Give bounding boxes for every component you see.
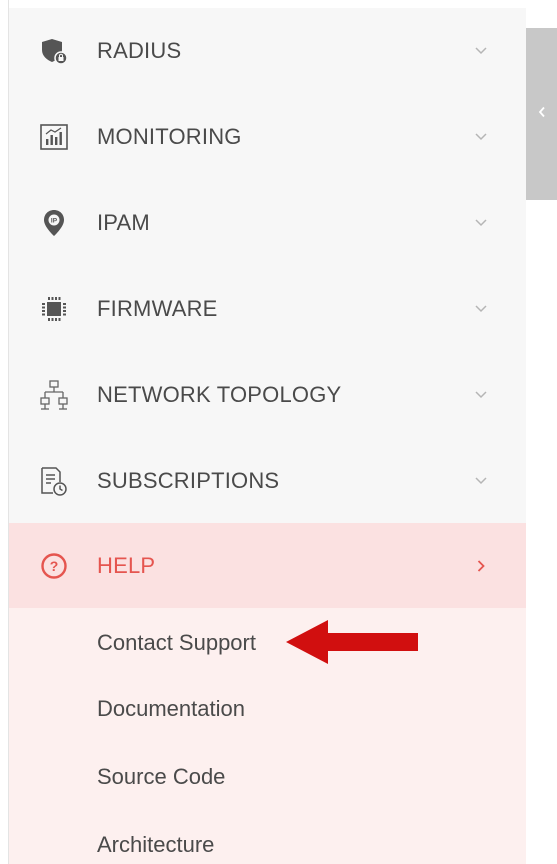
sidebar-item-label: NETWORK TOPOLOGY [97, 382, 342, 407]
chevron-left-icon [538, 105, 546, 123]
submenu-item-architecture[interactable]: Architecture [97, 832, 214, 858]
sidebar-item-label: FIRMWARE [97, 296, 218, 321]
sidebar-item-monitoring[interactable]: MONITORING [9, 94, 526, 180]
svg-text:IP: IP [51, 218, 58, 225]
chevron-down-icon [474, 44, 488, 58]
topology-icon [37, 378, 71, 412]
shield-lock-icon [37, 34, 71, 68]
app-frame: RADIUS MONITORING IP IPAM FIRMWARE NETWO… [0, 0, 557, 864]
sidebar-item-network-topology[interactable]: NETWORK TOPOLOGY [9, 352, 526, 438]
sidebar-item-label: RADIUS [97, 38, 182, 63]
help-submenu: Contact Support Documentation Source Cod… [9, 608, 526, 864]
ip-pin-icon: IP [37, 206, 71, 240]
submenu-item-contact-support[interactable]: Contact Support [97, 630, 256, 656]
sidebar-item-label: IPAM [97, 210, 150, 235]
sidebar-item-subscriptions[interactable]: SUBSCRIPTIONS [9, 438, 526, 524]
annotation-arrow-icon [286, 620, 418, 664]
sidebar-item-help[interactable]: ? HELP [9, 523, 526, 609]
sidebar-collapse-button[interactable] [526, 28, 557, 200]
sidebar-nav: RADIUS MONITORING IP IPAM FIRMWARE NETWO… [9, 8, 526, 864]
sidebar-item-firmware[interactable]: FIRMWARE [9, 266, 526, 352]
chip-icon [37, 292, 71, 326]
chevron-down-icon [474, 130, 488, 144]
svg-text:?: ? [50, 558, 59, 574]
bar-chart-icon [37, 120, 71, 154]
chevron-down-icon [474, 474, 488, 488]
chevron-down-icon [474, 302, 488, 316]
subscription-clock-icon [37, 464, 71, 498]
submenu-item-source-code[interactable]: Source Code [97, 764, 225, 790]
left-edge [0, 0, 9, 864]
chevron-right-icon [474, 559, 488, 573]
help-circle-icon: ? [37, 549, 71, 583]
sidebar-item-radius[interactable]: RADIUS [9, 8, 526, 94]
sidebar-item-label: MONITORING [97, 124, 242, 149]
chevron-down-icon [474, 388, 488, 402]
sidebar-item-label: SUBSCRIPTIONS [97, 468, 280, 493]
submenu-item-documentation[interactable]: Documentation [97, 696, 245, 722]
chevron-down-icon [474, 216, 488, 230]
sidebar-item-ipam[interactable]: IP IPAM [9, 180, 526, 266]
sidebar-item-label: HELP [97, 553, 156, 578]
